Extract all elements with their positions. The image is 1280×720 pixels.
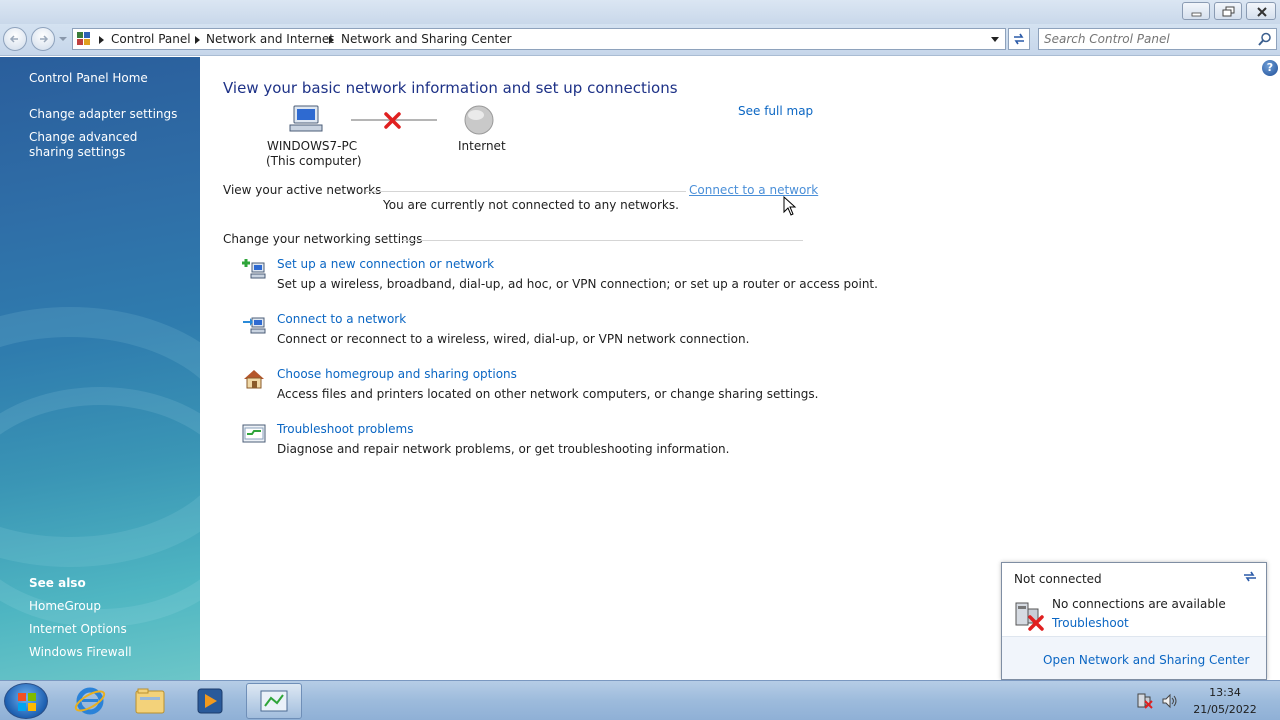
homegroup-sharing-description: Access files and printers located on oth… xyxy=(277,387,819,401)
connect-to-network-link[interactable]: Connect to a network xyxy=(689,183,818,197)
breadcrumb-control-panel[interactable]: Control Panel xyxy=(111,32,191,46)
address-dropdown-icon[interactable] xyxy=(991,37,999,42)
homegroup-link[interactable]: HomeGroup xyxy=(29,599,101,614)
active-networks-heading: View your active networks xyxy=(223,183,382,197)
back-button[interactable] xyxy=(3,27,27,51)
address-bar[interactable]: Control Panel Network and Internet Netwo… xyxy=(72,28,1006,50)
this-computer-label: (This computer) xyxy=(266,154,362,168)
breadcrumb-network-internet[interactable]: Network and Internet xyxy=(206,32,334,46)
navigation-bar: Control Panel Network and Internet Netwo… xyxy=(0,24,1280,56)
taskbar-windows-explorer[interactable] xyxy=(122,683,178,719)
folder-icon xyxy=(135,688,165,714)
window-title-bar xyxy=(0,0,1280,24)
internet-explorer-icon xyxy=(74,687,106,715)
change-advanced-sharing-link[interactable]: Change advanced sharing settings xyxy=(29,130,179,160)
search-icon[interactable] xyxy=(1258,32,1272,46)
left-navigation-pane: Control Panel Home Change adapter settin… xyxy=(0,57,200,680)
not-connected-message: You are currently not connected to any n… xyxy=(383,198,679,212)
close-button[interactable] xyxy=(1246,2,1276,20)
forward-button[interactable] xyxy=(31,27,55,51)
network-disconnected-tray-icon[interactable] xyxy=(1136,693,1154,709)
computer-icon xyxy=(289,105,323,132)
open-network-sharing-center-link[interactable]: Open Network and Sharing Center xyxy=(1043,653,1249,667)
connect-network-icon xyxy=(243,317,266,334)
mouse-cursor-icon xyxy=(783,196,797,216)
connect-to-network-task-link[interactable]: Connect to a network xyxy=(277,312,406,326)
windows-logo-icon xyxy=(18,693,36,711)
flyout-footer: Open Network and Sharing Center xyxy=(1002,636,1266,679)
media-player-icon xyxy=(197,688,223,714)
windows-firewall-link[interactable]: Windows Firewall xyxy=(29,645,132,660)
background-decoration xyxy=(0,387,200,627)
setup-new-connection-description: Set up a wireless, broadband, dial-up, a… xyxy=(277,277,878,291)
back-arrow-icon xyxy=(9,35,18,43)
disconnected-x-icon[interactable] xyxy=(384,112,401,129)
homegroup-sharing-link[interactable]: Choose homegroup and sharing options xyxy=(277,367,517,381)
recent-pages-dropdown-icon[interactable] xyxy=(59,35,67,43)
connect-to-network-description: Connect or reconnect to a wireless, wire… xyxy=(277,332,750,346)
breadcrumb-separator-icon[interactable] xyxy=(329,36,334,44)
internet-globe-icon xyxy=(464,105,494,135)
network-error-icon xyxy=(1015,602,1044,631)
page-title: View your basic network information and … xyxy=(223,79,678,97)
taskbar-control-panel[interactable] xyxy=(246,683,302,719)
control-panel-icon xyxy=(260,690,288,712)
homegroup-icon xyxy=(244,370,264,389)
taskbar: 13:34 21/05/2022 xyxy=(0,680,1280,720)
breadcrumb-separator-icon[interactable] xyxy=(99,36,104,44)
forward-arrow-icon xyxy=(40,35,49,43)
change-adapter-settings-link[interactable]: Change adapter settings xyxy=(29,107,177,122)
network-status-flyout: Not connected No connections are availab… xyxy=(1001,562,1267,680)
internet-label: Internet xyxy=(458,139,506,153)
refresh-icon xyxy=(1014,33,1024,45)
troubleshoot-problems-link[interactable]: Troubleshoot problems xyxy=(277,422,413,436)
minimize-button[interactable] xyxy=(1182,2,1210,20)
clock-date[interactable]: 21/05/2022 xyxy=(1190,703,1260,716)
refresh-button[interactable] xyxy=(1008,28,1030,50)
volume-icon[interactable] xyxy=(1161,693,1179,709)
new-connection-icon xyxy=(242,259,266,279)
divider xyxy=(402,240,803,241)
search-box[interactable] xyxy=(1038,28,1277,50)
flyout-title: Not connected xyxy=(1014,572,1102,586)
see-also-heading: See also xyxy=(29,576,86,590)
networking-settings-heading: Change your networking settings xyxy=(223,232,423,246)
breadcrumb-network-sharing-center[interactable]: Network and Sharing Center xyxy=(341,32,512,46)
restore-button[interactable] xyxy=(1214,2,1242,20)
troubleshoot-problems-description: Diagnose and repair network problems, or… xyxy=(277,442,730,456)
clock-time[interactable]: 13:34 xyxy=(1190,686,1260,699)
flyout-refresh-icon[interactable] xyxy=(1242,569,1258,583)
see-full-map-link[interactable]: See full map xyxy=(738,104,813,118)
no-connections-message: No connections are available xyxy=(1052,597,1226,611)
troubleshoot-icon xyxy=(242,424,266,443)
search-input[interactable] xyxy=(1044,31,1249,47)
taskbar-internet-explorer[interactable] xyxy=(62,683,118,719)
setup-new-connection-link[interactable]: Set up a new connection or network xyxy=(277,257,494,271)
start-button[interactable] xyxy=(4,683,48,719)
divider xyxy=(366,191,686,192)
taskbar-media-player[interactable] xyxy=(182,683,238,719)
control-panel-home-link[interactable]: Control Panel Home xyxy=(29,71,148,86)
control-panel-icon xyxy=(77,32,90,45)
computer-name-label: WINDOWS7-PC xyxy=(267,139,358,153)
help-icon[interactable]: ? xyxy=(1262,60,1278,76)
breadcrumb-separator-icon[interactable] xyxy=(195,36,200,44)
flyout-troubleshoot-link[interactable]: Troubleshoot xyxy=(1052,616,1129,630)
internet-options-link[interactable]: Internet Options xyxy=(29,622,127,637)
